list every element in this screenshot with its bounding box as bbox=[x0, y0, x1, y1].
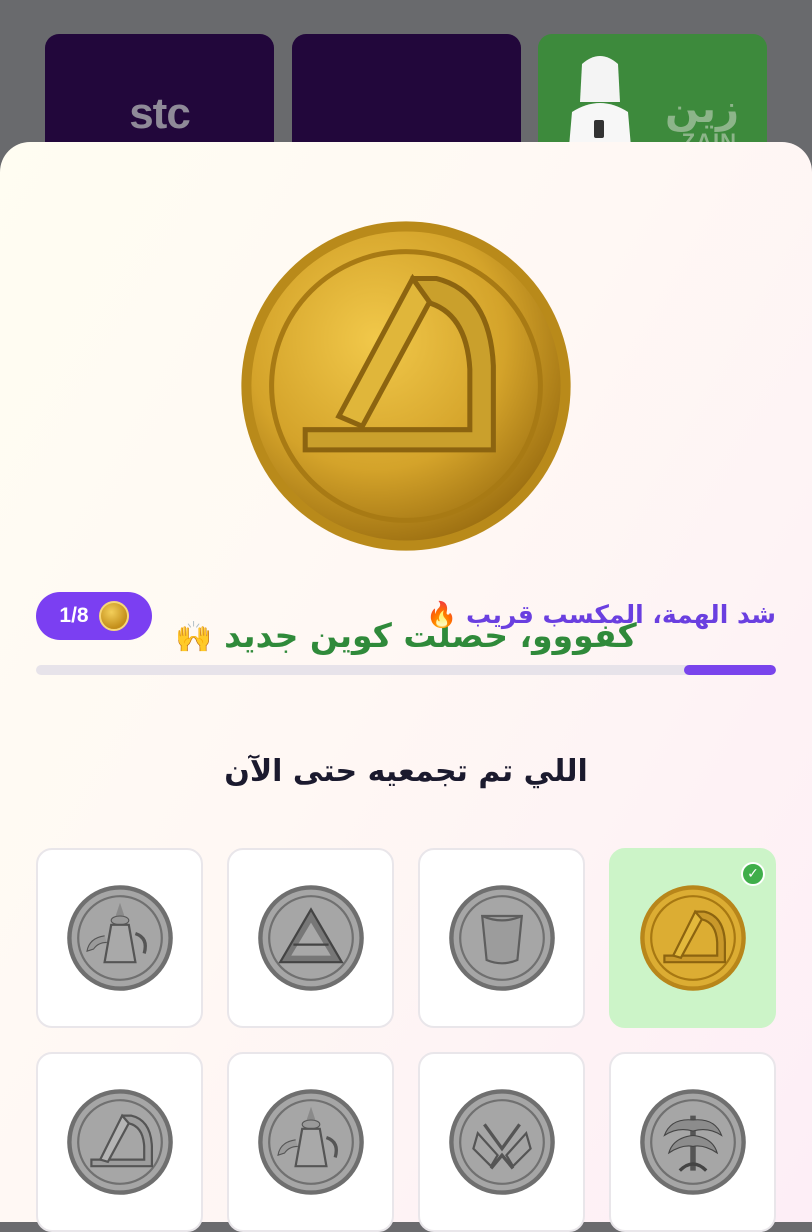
coin-tile[interactable] bbox=[227, 848, 394, 1028]
collection-title: اللي تم تجمعيه حتى الآن bbox=[224, 754, 588, 789]
silver-hands-coin-icon bbox=[448, 1089, 555, 1195]
progress-bar-fill bbox=[683, 665, 776, 675]
coin-tile[interactable] bbox=[418, 1052, 585, 1232]
gold-arc-coin-icon bbox=[639, 885, 746, 991]
silver-arc-coin-icon bbox=[66, 1089, 173, 1195]
coin-tile[interactable] bbox=[609, 1052, 776, 1232]
coin-tile[interactable]: ✓ bbox=[609, 848, 776, 1028]
checkmark-icon: ✓ bbox=[741, 862, 765, 886]
coin-count-badge: 1/8 bbox=[36, 592, 152, 640]
silver-dallah-coin-icon bbox=[257, 1089, 364, 1195]
coin-tile[interactable] bbox=[36, 848, 203, 1028]
zain-logo-arabic: زين bbox=[664, 86, 739, 132]
progress-bar bbox=[36, 665, 776, 675]
progress-header: شد الهمة، المكسب قريب 🔥 1/8 bbox=[36, 592, 776, 648]
coin-icon bbox=[98, 601, 129, 631]
silver-pyramid-coin-icon bbox=[257, 885, 364, 991]
coin-tile[interactable] bbox=[227, 1052, 394, 1232]
silver-dallah-coin-icon bbox=[66, 885, 173, 991]
gold-coin-icon bbox=[241, 221, 571, 551]
stc-logo: stc bbox=[129, 89, 191, 138]
silver-palm-coin-icon bbox=[639, 1089, 746, 1195]
silver-cup-coin-icon bbox=[448, 885, 555, 991]
coin-count: 1/8 bbox=[59, 604, 89, 627]
motivation-text: شد الهمة، المكسب قريب 🔥 bbox=[426, 600, 776, 629]
fire-icon: 🔥 bbox=[426, 600, 458, 629]
coin-collection-grid: ✓ bbox=[36, 848, 776, 1232]
coin-tile[interactable] bbox=[36, 1052, 203, 1232]
coin-tile[interactable] bbox=[418, 848, 585, 1028]
